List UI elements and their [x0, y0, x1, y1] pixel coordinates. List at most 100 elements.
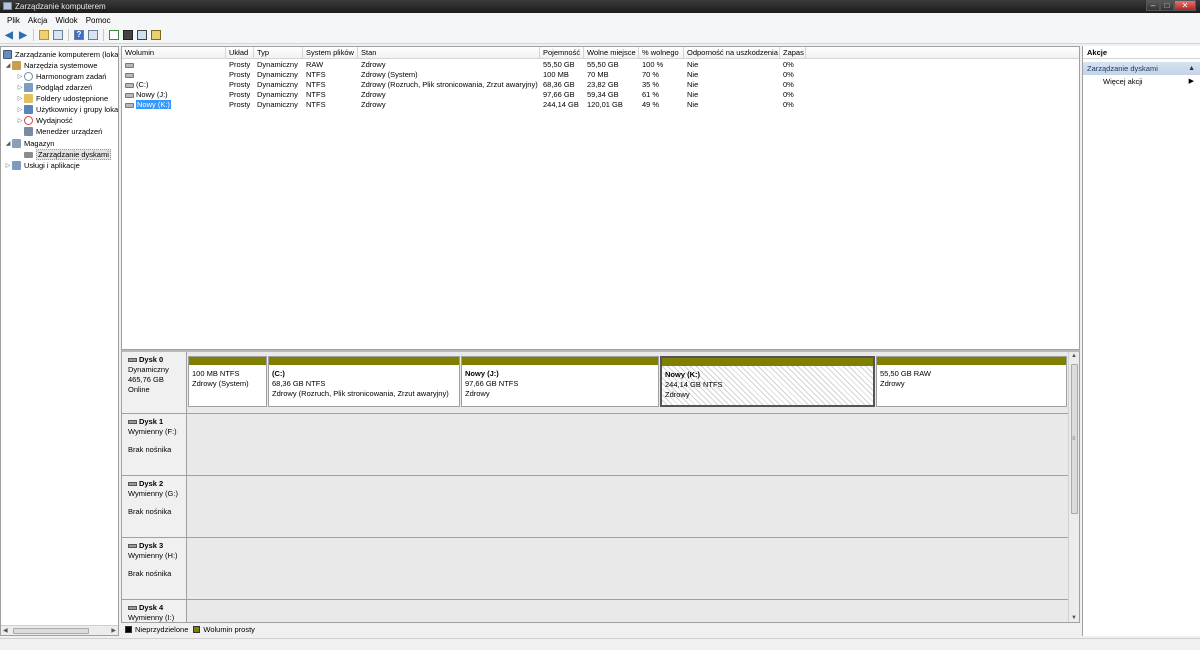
collapse-icon[interactable]: ▲	[1188, 62, 1195, 75]
partition-raw[interactable]: 55,50 GB RAW Zdrowy	[876, 356, 1067, 407]
minimize-button[interactable]: –	[1146, 0, 1160, 11]
status-cell: Zdrowy	[361, 90, 386, 99]
legend-label: Wolumin prosty	[203, 625, 255, 634]
show-hide-action-pane-icon[interactable]	[87, 29, 99, 41]
percent-free-cell: 35 %	[642, 80, 660, 89]
overhead-cell: 0%	[783, 90, 794, 99]
disk-row-2[interactable]: Dysk 2 Wymienny (G:) Brak nośnika	[122, 476, 1068, 538]
column-header-free-space[interactable]: Wolne miejsce	[584, 47, 639, 59]
users-icon	[24, 105, 33, 114]
volume-name-cell	[122, 60, 226, 70]
expand-arrow-icon[interactable]: ▷	[16, 73, 24, 80]
tree-item-event-viewer[interactable]: ▷ Podgląd zdarzeń	[16, 82, 92, 93]
disk-size: 465,76 GB	[128, 375, 164, 384]
volume-row[interactable]: Nowy (J:) Prosty Dynamiczny NTFS Zdrowy …	[122, 90, 1079, 100]
disk-icon	[128, 482, 137, 486]
disk-icon	[128, 606, 137, 610]
scrollbar-thumb[interactable]	[13, 628, 89, 634]
back-button[interactable]: ◀	[3, 29, 15, 41]
tree-item-device-manager[interactable]: Menedżer urządzeń	[24, 126, 102, 137]
clock-icon	[24, 72, 33, 81]
column-header-volume[interactable]: Wolumin	[122, 47, 226, 59]
show-hide-tree-icon[interactable]	[52, 29, 64, 41]
column-header-type[interactable]: Typ	[254, 47, 303, 59]
search-icon[interactable]	[136, 29, 148, 41]
horizontal-scrollbar[interactable]: ◀ ▶	[1, 625, 118, 635]
disk-label: Dysk 1 Wymienny (F:) Brak nośnika	[122, 414, 187, 475]
column-header-layout[interactable]: Układ	[226, 47, 254, 59]
toolbar-separator	[103, 29, 104, 41]
overhead-cell: 0%	[783, 70, 794, 79]
column-header-status[interactable]: Stan	[358, 47, 540, 59]
scroll-up-icon[interactable]: ▲	[1071, 353, 1077, 359]
scroll-right-icon[interactable]: ▶	[111, 627, 116, 634]
volume-name: Nowy (J:)	[136, 90, 168, 99]
disk-label: Dysk 4 Wymienny (I:)	[122, 600, 187, 622]
window-title: Zarządzanie komputerem	[15, 2, 106, 11]
column-header-fault-tolerance[interactable]: Odporność na uszkodzenia	[684, 47, 780, 59]
help-icon[interactable]: ?	[73, 29, 85, 41]
expand-arrow-icon[interactable]: ▷	[16, 117, 24, 124]
partition-status: Zdrowy	[880, 379, 905, 388]
menu-action[interactable]: Akcja	[24, 16, 52, 25]
tree-item-task-scheduler[interactable]: ▷ Harmonogram zadań	[16, 71, 106, 82]
type-cell: Dynamiczny	[257, 100, 298, 109]
disk-media: Brak nośnika	[128, 445, 172, 454]
volume-row[interactable]: Prosty Dynamiczny RAW Zdrowy 55,50 GB 55…	[122, 60, 1079, 70]
tree-item-shared-folders[interactable]: ▷ Foldery udostępnione	[16, 93, 108, 104]
menu-view[interactable]: Widok	[51, 16, 81, 25]
disk-row-1[interactable]: Dysk 1 Wymienny (F:) Brak nośnika	[122, 414, 1068, 476]
storage-icon	[12, 139, 21, 148]
expand-arrow-icon[interactable]: ▷	[4, 162, 12, 169]
volume-row[interactable]: (C:) Prosty Dynamiczny NTFS Zdrowy (Rozr…	[122, 80, 1079, 90]
partition-c[interactable]: (C:) 68,36 GB NTFS Zdrowy (Rozruch, Plik…	[268, 356, 460, 407]
disk-empty-area	[187, 538, 1068, 599]
column-header-filesystem[interactable]: System plików	[303, 47, 358, 59]
expand-arrow-icon[interactable]: ▷	[16, 95, 24, 102]
type-cell: Dynamiczny	[257, 90, 298, 99]
toolbar: ◀ ▶ ?	[0, 27, 1200, 44]
collapse-arrow-icon[interactable]: ◢	[4, 62, 12, 69]
menu-help[interactable]: Pomoc	[82, 16, 115, 25]
tree-item-performance[interactable]: ▷ Wydajność	[16, 115, 73, 126]
partition-system[interactable]: 100 MB NTFS Zdrowy (System)	[188, 356, 267, 407]
tree-item-system-tools[interactable]: ◢ Narzędzia systemowe	[4, 60, 97, 71]
volume-row[interactable]: Prosty Dynamiczny NTFS Zdrowy (System) 1…	[122, 70, 1079, 80]
disk-row-0[interactable]: Dysk 0 Dynamiczny 465,76 GB Online 100 M…	[122, 352, 1068, 414]
refresh-icon[interactable]	[108, 29, 120, 41]
volume-icon	[125, 62, 134, 68]
tree-item-disk-management[interactable]: Zarządzanie dyskami	[24, 149, 111, 160]
tree-item-storage[interactable]: ◢ Magazyn	[4, 138, 54, 149]
vertical-scrollbar[interactable]: ▲ ≡ ▼	[1068, 352, 1079, 622]
partition-j[interactable]: Nowy (J:) 97,66 GB NTFS Zdrowy	[461, 356, 659, 407]
actions-section-disk-management[interactable]: Zarządzanie dyskami ▲	[1083, 62, 1200, 75]
more-actions-item[interactable]: Więcej akcji ▶	[1083, 75, 1200, 88]
collapse-arrow-icon[interactable]: ◢	[4, 140, 12, 147]
column-header-overhead[interactable]: Zapas	[780, 47, 806, 59]
forward-button[interactable]: ▶	[17, 29, 29, 41]
legend-unallocated: Nieprzydzielone	[125, 625, 188, 634]
scroll-down-icon[interactable]: ▼	[1071, 615, 1077, 621]
tree-item-services-apps[interactable]: ▷ Usługi i aplikacje	[4, 160, 80, 171]
up-folder-icon[interactable]	[38, 29, 50, 41]
volume-icon	[125, 82, 134, 88]
volume-row-selected[interactable]: Nowy (K:) Prosty Dynamiczny NTFS Zdrowy …	[122, 100, 1079, 110]
maximize-button[interactable]: □	[1160, 0, 1174, 11]
fault-tolerance-cell: Nie	[687, 70, 699, 79]
disk-row-3[interactable]: Dysk 3 Wymienny (H:) Brak nośnika	[122, 538, 1068, 600]
partition-k-selected[interactable]: Nowy (K:) 244,14 GB NTFS Zdrowy	[660, 356, 875, 407]
expand-arrow-icon[interactable]: ▷	[16, 106, 24, 113]
menu-file[interactable]: Plik	[3, 16, 24, 25]
disk-row-4[interactable]: Dysk 4 Wymienny (I:)	[122, 600, 1068, 622]
tree-item-local-users[interactable]: ▷ Użytkownicy i grupy lokalne	[16, 104, 118, 115]
tree-label: Harmonogram zadań	[36, 72, 107, 81]
scroll-left-icon[interactable]: ◀	[3, 627, 8, 634]
expand-arrow-icon[interactable]: ▷	[16, 84, 24, 91]
settings-icon[interactable]	[150, 29, 162, 41]
disk-name: Dysk 4	[128, 603, 186, 613]
column-header-percent-free[interactable]: % wolnego	[639, 47, 684, 59]
properties-icon[interactable]	[122, 29, 134, 41]
column-header-capacity[interactable]: Pojemność	[540, 47, 584, 59]
tree-item-computer-management[interactable]: Zarządzanie komputerem (lokalne)	[3, 49, 118, 60]
close-button[interactable]: ✕	[1174, 0, 1196, 11]
